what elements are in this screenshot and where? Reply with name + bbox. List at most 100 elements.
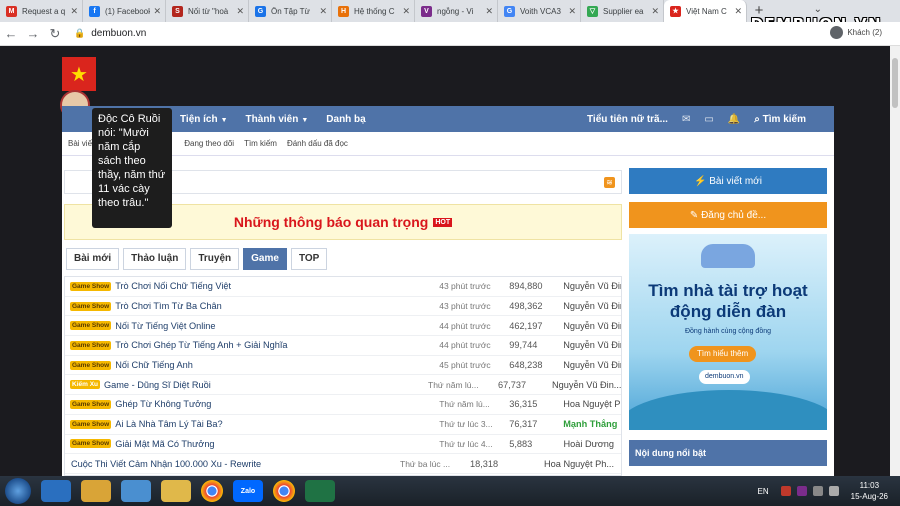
network-icon[interactable] [812, 486, 823, 496]
browser-tab[interactable]: f (1) Facebook ✕ [83, 0, 166, 22]
thread-last-user[interactable]: Nguyễn Vũ Đin... [563, 301, 621, 311]
thread-last-user[interactable]: Hoài Dương [563, 439, 621, 449]
post-thread-button[interactable]: ✎ Đăng chủ đề... [629, 202, 827, 228]
vpn-icon[interactable] [796, 486, 807, 496]
table-row[interactable]: Game Show Nối Từ Tiếng Việt Online 44 phút… [65, 316, 621, 337]
tab-close-icon[interactable]: ✕ [236, 6, 244, 17]
clock[interactable]: 11:03 15-Aug-26 [851, 480, 888, 502]
thread-prefix-badge[interactable]: Game Show [70, 439, 112, 449]
back-icon[interactable]: ← [0, 26, 22, 41]
banner-cta-button[interactable]: Tìm hiểu thêm [689, 346, 757, 362]
thread-title[interactable]: Nối Chữ Tiếng Anh [115, 360, 439, 370]
table-row[interactable]: Game Show Trò Chơi Nối Chữ Tiếng Việt 43 p… [65, 277, 621, 297]
browser-tab[interactable]: Vngỗng - Vi ✕ [415, 0, 498, 22]
nav-user[interactable]: Tiểu tiên nữ trã... [587, 114, 668, 125]
browser-tab[interactable]: H Hệ thống C ✕ [332, 0, 415, 22]
thread-prefix-badge[interactable]: Game Show [70, 419, 112, 429]
thread-prefix-badge[interactable]: Game Show [70, 301, 112, 311]
thread-last-user[interactable]: Nguyễn Vũ Đin... [563, 340, 621, 350]
thread-title[interactable]: Ghép Từ Không Tưởng [115, 399, 439, 409]
thread-prefix-badge[interactable]: Game Show [70, 281, 112, 291]
guest-profile[interactable]: Khách (2) [830, 26, 882, 39]
taskbar-app-icon[interactable] [305, 480, 335, 502]
reload-icon[interactable]: ↻ [44, 26, 66, 42]
thread-title[interactable]: Trò Chơi Nối Chữ Tiếng Việt [115, 281, 439, 291]
thread-title[interactable]: Nối Từ Tiếng Việt Online [115, 321, 439, 331]
antivirus-icon[interactable] [780, 486, 791, 496]
content-tab[interactable]: Thảo luận [123, 248, 187, 270]
thread-last-user[interactable]: Nguyễn Vũ Đin... [563, 281, 621, 291]
thread-title[interactable]: Trò Chơi Tìm Từ Ba Chân [115, 301, 439, 311]
thread-title[interactable]: Giải Mật Mã Có Thưởng [115, 439, 439, 449]
tab-close-icon[interactable]: ✕ [485, 6, 493, 17]
nav-item-danh-ba[interactable]: Danh bạ [326, 114, 365, 125]
taskbar-app-icon[interactable] [273, 480, 295, 502]
scrollbar-thumb[interactable] [892, 58, 898, 108]
browser-tab[interactable]: ▽ Supplier ea ✕ [581, 0, 664, 22]
tab-close-icon[interactable]: ✕ [70, 6, 78, 17]
nav-search[interactable]: ⌕ Tìm kiếm [754, 114, 820, 125]
content-tab[interactable]: Truyện [190, 248, 240, 270]
new-post-button[interactable]: ⚡ Bài viết mới [629, 168, 827, 194]
sponsor-banner[interactable]: Tìm nhà tài trợ hoạt động diễn đàn Đồng … [629, 234, 827, 430]
thread-last-user[interactable]: Nguyễn Vũ Đin... [552, 380, 621, 390]
url-field[interactable]: 🔒 dembuon.vn [74, 28, 146, 39]
thread-last-user[interactable]: Hoa Nguyệt Ph... [563, 399, 621, 409]
table-row[interactable]: Game Show Nối Chữ Tiếng Anh 45 phút trước 6… [65, 356, 621, 376]
table-row[interactable]: Game Show Trò Chơi Tìm Từ Ba Chân 43 phút … [65, 297, 621, 317]
table-row[interactable]: Game Show Giải Mật Mã Có Thưởng Thứ tư lúc… [65, 435, 621, 455]
taskbar-app-icon[interactable]: Zalo [233, 480, 263, 502]
taskbar-app-icon[interactable] [121, 480, 151, 502]
tab-close-icon[interactable]: ✕ [568, 6, 576, 17]
tab-close-icon[interactable]: ✕ [734, 6, 742, 17]
table-row[interactable]: Cuộc Thi Viết Cảm Nhận 100.000 Xu - Rewr… [65, 454, 621, 474]
thread-prefix-badge[interactable]: Kiếm Xu [70, 380, 101, 390]
content-tab[interactable]: Bài mới [66, 248, 120, 270]
thread-last-user[interactable]: Nguyễn Vũ Đin... [563, 360, 621, 370]
alerts-icon[interactable]: ▭ [704, 114, 713, 125]
thread-prefix-badge[interactable]: Game Show [70, 399, 112, 409]
taskbar-app-icon[interactable] [201, 480, 223, 502]
mail-icon[interactable]: ✉ [682, 114, 690, 125]
volume-icon[interactable] [828, 486, 839, 496]
taskbar-app-icon[interactable] [41, 480, 71, 502]
content-tab[interactable]: TOP [290, 248, 328, 270]
thread-title[interactable]: Ai Là Nhà Tâm Lý Tài Ba? [115, 419, 439, 429]
thread-prefix-badge[interactable]: Game Show [70, 340, 112, 350]
bell-icon[interactable]: 🔔 [728, 114, 740, 125]
thread-prefix-badge[interactable]: Game Show [70, 360, 112, 370]
start-button[interactable] [5, 478, 31, 504]
browser-tab[interactable]: G Voith VCA3 ✕ [498, 0, 581, 22]
browser-tab[interactable]: M Request a q ✕ [0, 0, 83, 22]
table-row[interactable]: Game Show Ai Là Nhà Tâm Lý Tài Ba? Thứ tư … [65, 415, 621, 435]
taskbar-app-icon[interactable] [81, 480, 111, 502]
thread-title[interactable]: Trò Chơi Ghép Từ Tiếng Anh + Giải Nghĩa [115, 340, 439, 350]
subnav-item[interactable]: Đang theo dõi [184, 139, 234, 148]
table-row[interactable]: Kiếm Xu Game - Dũng Sĩ Diệt Ruồi Thứ năm l… [65, 375, 621, 396]
site-logo[interactable]: ★ [62, 57, 96, 91]
taskbar-app-icon[interactable] [161, 480, 191, 502]
browser-tab[interactable]: S Nối từ "hoà ✕ [166, 0, 249, 22]
tab-close-icon[interactable]: ✕ [651, 6, 659, 17]
table-row[interactable]: Game Show Trò Chơi Ghép Từ Tiếng Anh + Gi… [65, 336, 621, 356]
tab-close-icon[interactable]: ✕ [402, 6, 410, 17]
forward-icon[interactable]: → [22, 26, 44, 41]
table-row[interactable]: Game Show Ghép Từ Không Tưởng Thứ năm lú..… [65, 395, 621, 415]
language-indicator[interactable]: EN [758, 487, 769, 496]
content-tab[interactable]: Game [243, 248, 287, 270]
tab-close-icon[interactable]: ✕ [153, 6, 161, 17]
browser-tab[interactable]: ★ Việt Nam C ✕ [664, 0, 747, 22]
browser-tab[interactable]: G Ôn Tập Từ ✕ [249, 0, 332, 22]
subnav-item[interactable]: Tìm kiếm [244, 139, 277, 148]
thread-last-user[interactable]: Nguyễn Vũ Đin... [563, 321, 621, 331]
rss-icon[interactable]: ≋ [604, 177, 615, 188]
page-scrollbar[interactable] [890, 46, 900, 476]
thread-last-user[interactable]: Hoa Nguyệt Ph... [524, 459, 621, 469]
tab-close-icon[interactable]: ✕ [319, 6, 327, 17]
subnav-item[interactable]: Bài viết [68, 139, 94, 148]
subnav-item[interactable]: Đánh dấu đã đọc [287, 139, 348, 148]
nav-item-tien-ich[interactable]: Tiện ích ▼ [180, 114, 228, 125]
thread-last-user[interactable]: Mạnh Thắng [563, 419, 621, 429]
tab-search-chevron-icon[interactable]: ⌄ [814, 4, 822, 15]
thread-title[interactable]: Game - Dũng Sĩ Diệt Ruồi [104, 380, 428, 390]
